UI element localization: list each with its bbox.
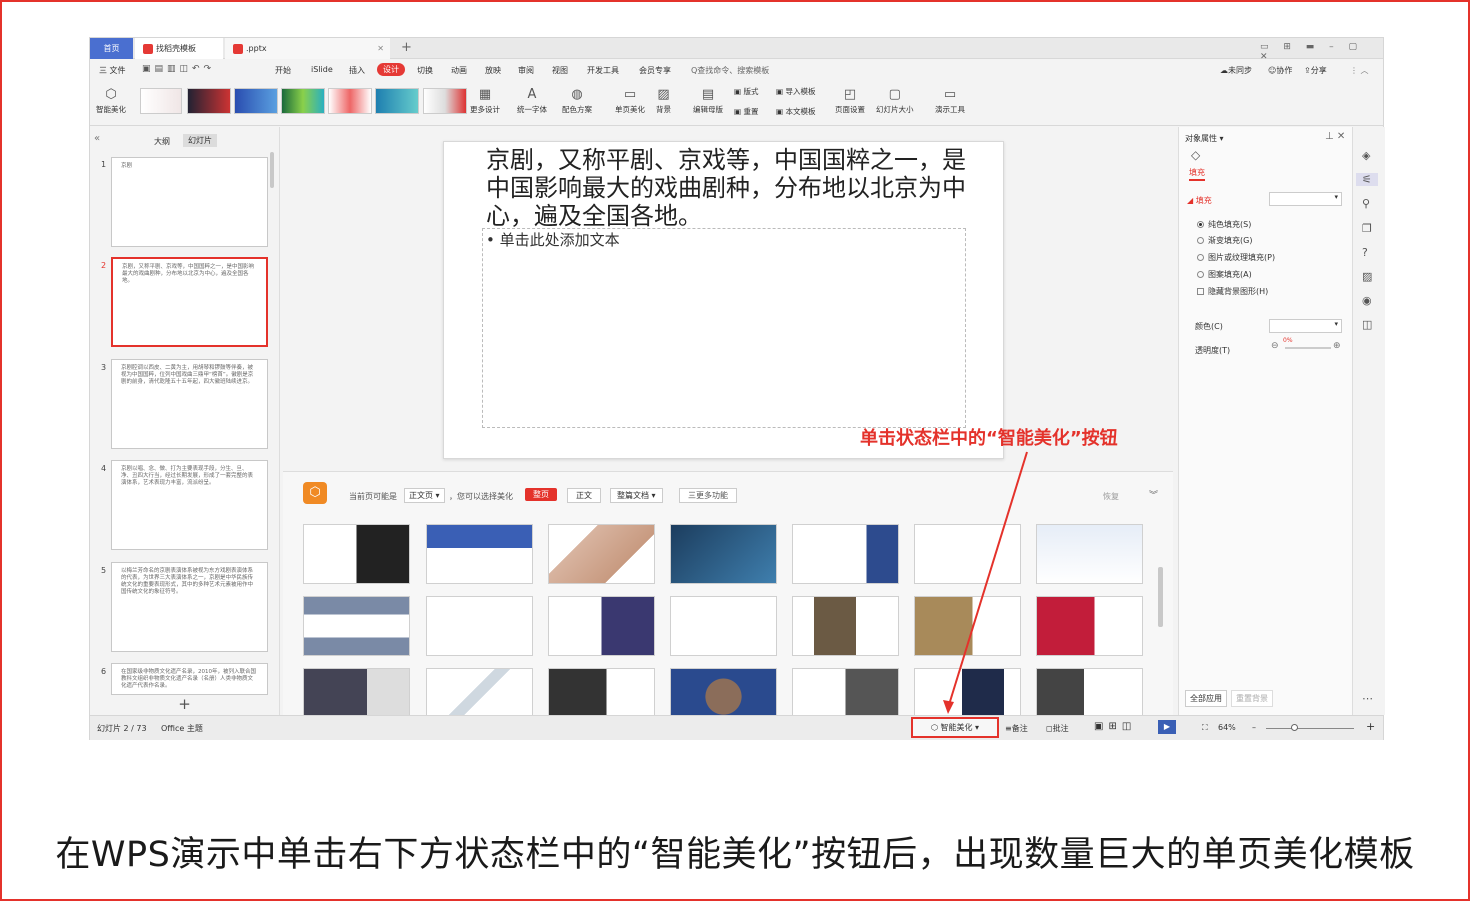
- caption: 在WPS演示中单击右下方状态栏中的“智能美化”按钮后，出现数量巨大的单页美化模板: [55, 835, 1415, 875]
- annotation-text: 单击状态栏中的“智能美化”按钮: [860, 428, 1118, 449]
- annotation-arrow: [943, 451, 1028, 714]
